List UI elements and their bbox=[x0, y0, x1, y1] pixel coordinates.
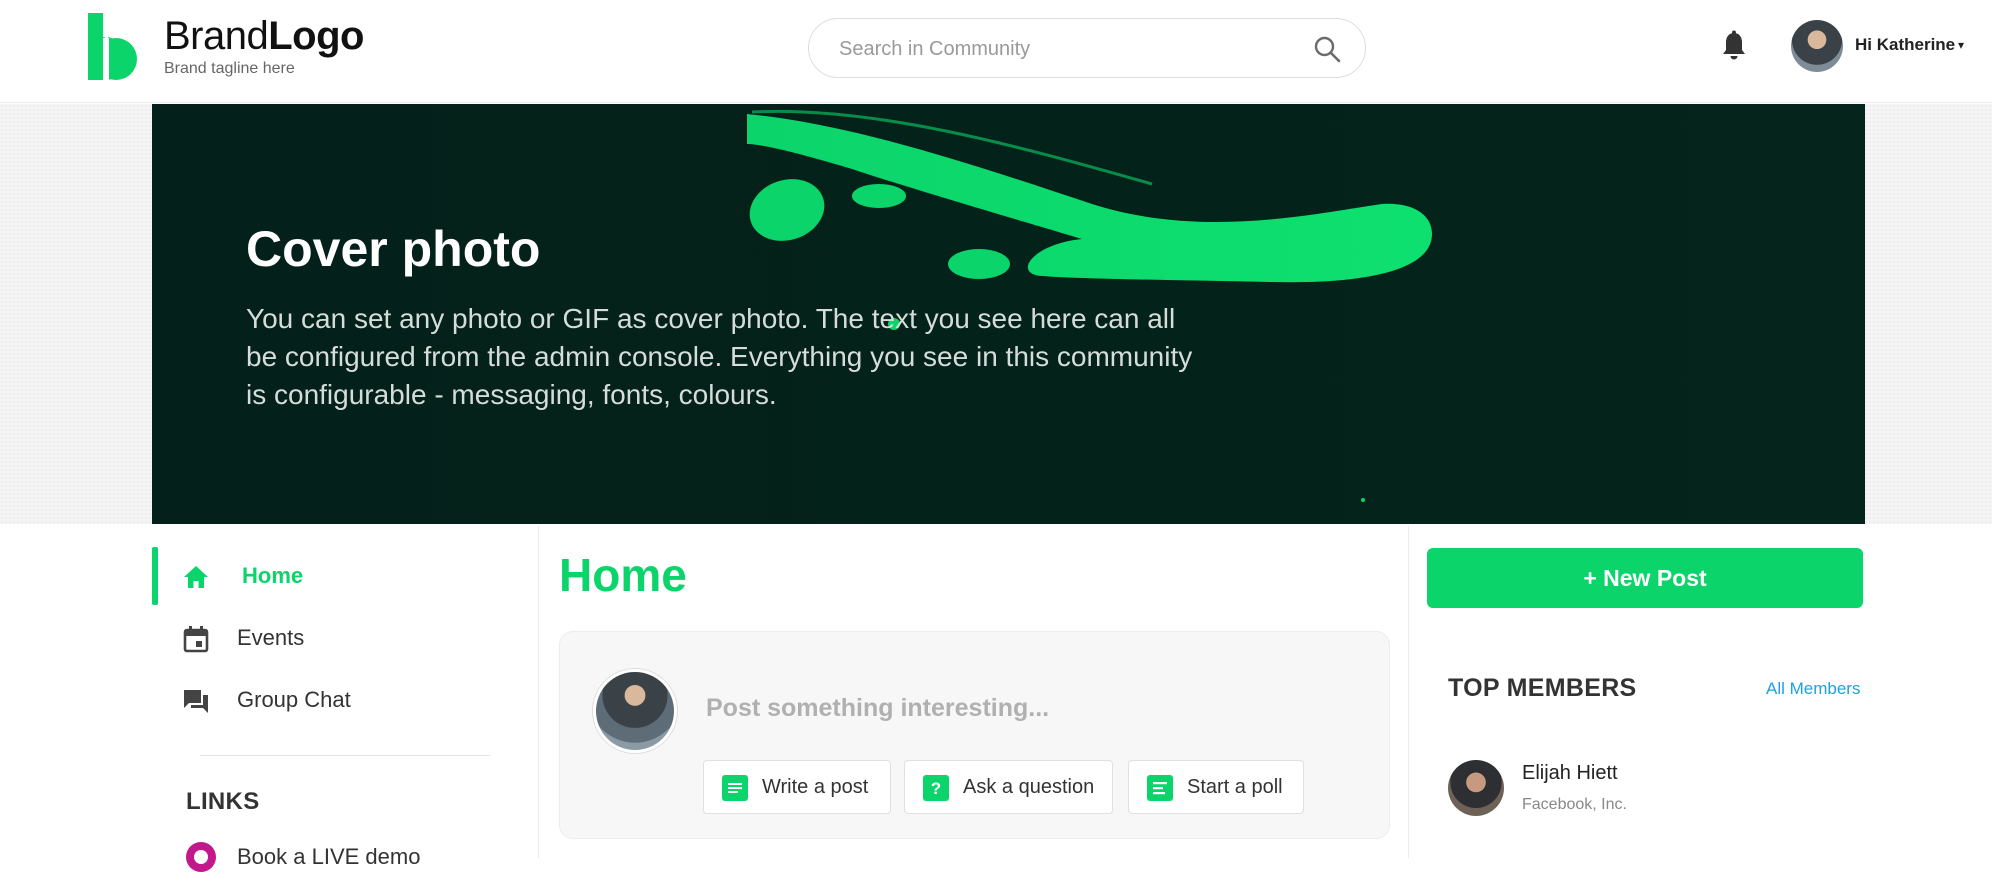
demo-link-icon bbox=[186, 842, 216, 872]
write-post-icon bbox=[722, 775, 748, 801]
poll-icon bbox=[1147, 775, 1173, 801]
bell-icon[interactable] bbox=[1720, 30, 1748, 62]
search-bar[interactable] bbox=[808, 18, 1366, 78]
user-greeting[interactable]: Hi Katherine bbox=[1855, 35, 1955, 55]
all-members-link[interactable]: All Members bbox=[1766, 679, 1860, 699]
svg-text:?: ? bbox=[931, 779, 941, 798]
ask-question-label: Ask a question bbox=[963, 776, 1095, 798]
logo-mark-icon[interactable] bbox=[88, 13, 138, 80]
search-icon[interactable] bbox=[1313, 35, 1341, 63]
write-post-label: Write a post bbox=[762, 776, 869, 798]
user-avatar[interactable] bbox=[1791, 20, 1843, 72]
logo-word-logo: Logo bbox=[268, 14, 364, 58]
sidebar-nav: Home Events Group Chat bbox=[152, 545, 532, 731]
sidebar-item-label: Home bbox=[242, 563, 304, 588]
home-icon bbox=[184, 566, 208, 588]
member-company: Facebook, Inc. bbox=[1522, 796, 1627, 813]
search-input[interactable] bbox=[837, 31, 1301, 67]
sidebar-item-events[interactable]: Events bbox=[152, 607, 532, 669]
ask-question-button[interactable]: ? Ask a question bbox=[904, 760, 1113, 814]
column-divider bbox=[538, 526, 539, 858]
member-name[interactable]: Elijah Hiett bbox=[1522, 762, 1618, 785]
cover-description: You can set any photo or GIF as cover ph… bbox=[246, 303, 1193, 410]
top-members-heading: TOP MEMBERS bbox=[1448, 674, 1637, 702]
logo-text[interactable]: BrandLogo bbox=[164, 14, 364, 59]
new-post-button[interactable]: + New Post bbox=[1427, 548, 1863, 608]
brand-tagline: Brand tagline here bbox=[164, 60, 295, 77]
chat-icon bbox=[184, 690, 208, 713]
avatar bbox=[593, 669, 677, 753]
sidebar-item-group-chat[interactable]: Group Chat bbox=[152, 669, 532, 731]
sidebar-link-label: Book a LIVE demo bbox=[237, 844, 421, 869]
sidebar-item-label: Group Chat bbox=[237, 687, 351, 712]
post-composer: Post something interesting... Write a po… bbox=[559, 631, 1390, 839]
sidebar-item-label: Events bbox=[237, 625, 305, 650]
member-avatar[interactable] bbox=[1448, 760, 1504, 816]
logo-word-brand: Brand bbox=[164, 14, 269, 58]
chevron-down-icon[interactable]: ▾ bbox=[1958, 38, 1964, 52]
page-title: Home bbox=[559, 549, 687, 601]
top-header: BrandLogo Brand tagline here Hi Katherin… bbox=[0, 0, 1992, 103]
cover-title: Cover photo bbox=[246, 221, 541, 277]
links-heading: LINKS bbox=[186, 788, 260, 815]
write-post-button[interactable]: Write a post bbox=[703, 760, 891, 814]
question-icon: ? bbox=[923, 775, 949, 801]
composer-input[interactable]: Post something interesting... bbox=[706, 694, 1049, 723]
sidebar-item-home[interactable]: Home bbox=[152, 545, 532, 607]
column-divider bbox=[1408, 526, 1409, 858]
start-poll-label: Start a poll bbox=[1187, 776, 1283, 798]
calendar-icon bbox=[183, 626, 209, 653]
nav-divider bbox=[200, 755, 490, 756]
cover-banner: Cover photo You can set any photo or GIF… bbox=[152, 104, 1865, 524]
start-poll-button[interactable]: Start a poll bbox=[1128, 760, 1304, 814]
